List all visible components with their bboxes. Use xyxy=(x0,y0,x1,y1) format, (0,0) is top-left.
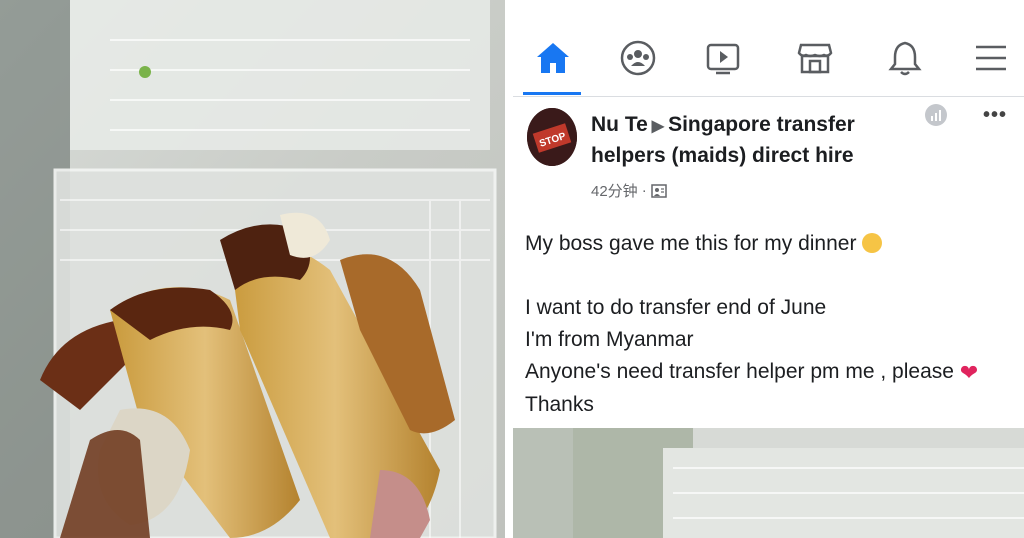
nav-notifications[interactable] xyxy=(865,22,945,94)
post-meta: 42分钟 · xyxy=(591,180,667,201)
nav-watch[interactable] xyxy=(683,22,763,94)
home-icon xyxy=(537,43,569,73)
status-bar-remnant xyxy=(513,0,1024,8)
post-line-3: I'm from Myanmar xyxy=(525,328,694,351)
post-photo[interactable] xyxy=(513,428,1024,538)
store-icon xyxy=(797,43,833,74)
meta-separator: · xyxy=(641,182,647,199)
red-heart-emoji-icon: ❤ xyxy=(959,360,979,385)
active-tab-indicator xyxy=(523,92,581,95)
nav-marketplace[interactable] xyxy=(775,22,855,94)
arrow-right-icon: ▶ xyxy=(651,118,665,135)
food-photo xyxy=(0,0,505,538)
post-line-1-text: My boss gave me this for my dinner xyxy=(525,232,857,255)
panel-divider xyxy=(505,0,513,538)
navbar-separator xyxy=(513,96,1024,97)
post-photo-image xyxy=(513,428,1024,538)
post-header: STOP Nu Te ▶ Singapore transfer helpers (m… xyxy=(513,100,1024,210)
food-photo-image xyxy=(0,0,505,538)
facebook-post-screenshot: STOP Nu Te ▶ Singapore transfer helpers (m… xyxy=(513,0,1024,538)
post-line-1: My boss gave me this for my dinner xyxy=(525,228,1015,260)
post-time[interactable]: 42分钟 xyxy=(591,180,638,201)
nav-home[interactable] xyxy=(513,22,593,94)
post-author-line: Nu Te ▶ Singapore transfer helpers (maids)… xyxy=(591,110,911,170)
nav-menu[interactable] xyxy=(951,22,1024,94)
top-navigation-bar xyxy=(513,22,1024,95)
post-line-5: Thanks xyxy=(525,393,594,416)
stats-icon[interactable] xyxy=(925,104,947,126)
video-icon xyxy=(706,43,740,75)
post-line-4: Anyone's need transfer helper pm me , pl… xyxy=(525,356,1015,389)
avatar-image: STOP xyxy=(527,108,577,166)
crying-face-emoji-icon xyxy=(862,233,883,253)
avatar[interactable]: STOP xyxy=(527,108,577,166)
audience-group-icon xyxy=(650,183,667,198)
author-name[interactable]: Nu Te xyxy=(591,113,648,136)
more-options-icon[interactable]: ••• xyxy=(983,104,1007,127)
bell-icon xyxy=(888,41,922,76)
post-line-4-text: Anyone's need transfer helper pm me , pl… xyxy=(525,360,954,383)
groups-icon xyxy=(620,40,656,76)
post-body: My boss gave me this for my dinner I wan… xyxy=(525,228,1015,421)
post-line-2: I want to do transfer end of June xyxy=(525,296,827,319)
menu-icon xyxy=(976,45,1006,71)
nav-groups[interactable] xyxy=(598,22,678,94)
